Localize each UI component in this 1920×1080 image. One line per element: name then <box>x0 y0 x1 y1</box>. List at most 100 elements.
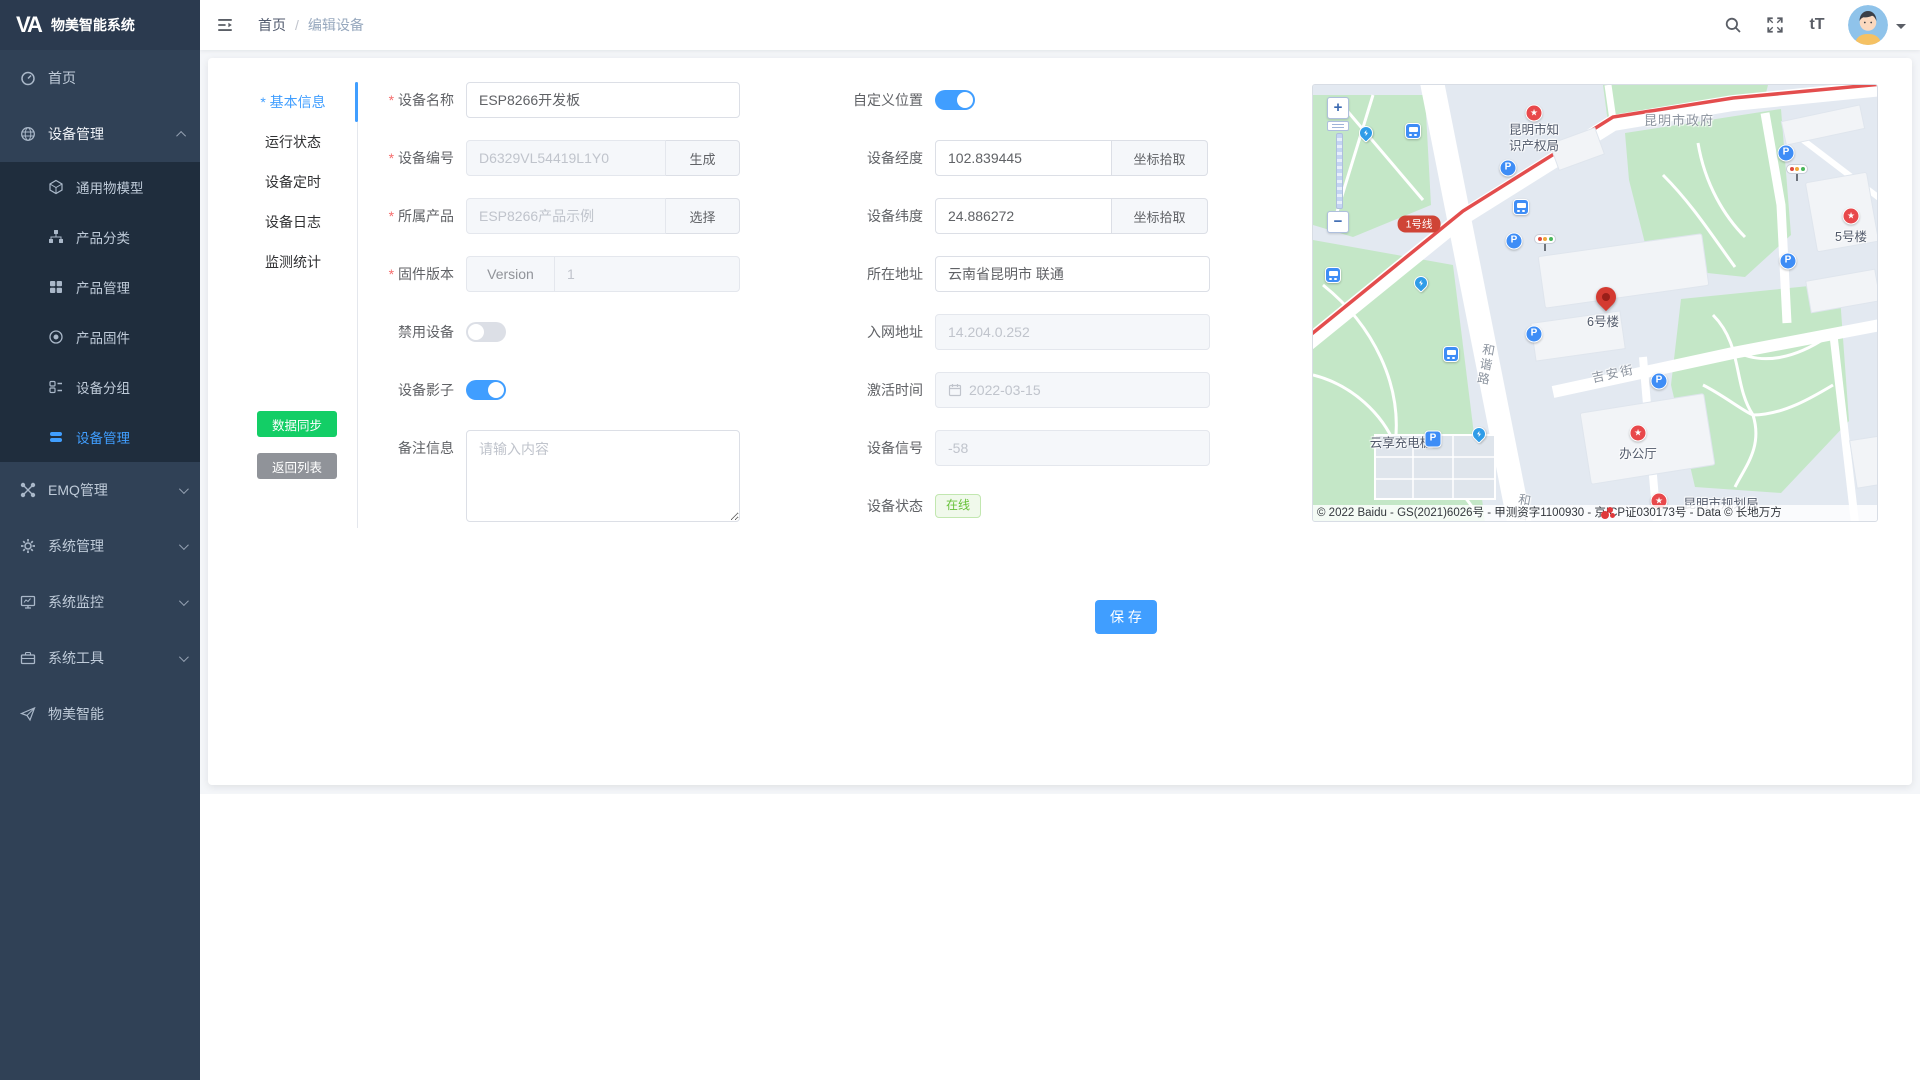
map-attribution: © 2022 Baidu - GS(2021)6026号 - 甲测资字11009… <box>1313 505 1877 521</box>
hub-icon <box>20 482 36 498</box>
device-edit-card: * 基本信息 运行状态 设备定时 设备日志 监测统计 数据同步 返回列表 设备名… <box>208 58 1912 785</box>
generate-button[interactable]: 生成 <box>666 140 740 176</box>
online-status-badge: 在线 <box>935 494 981 517</box>
sidebar-item-product-firmware[interactable]: 产品固件 <box>0 312 200 362</box>
latitude-label: 设备纬度 <box>768 198 923 234</box>
sidebar-item-thing-model[interactable]: 通用物模型 <box>0 162 200 212</box>
longitude-input[interactable] <box>935 140 1112 176</box>
address-input[interactable] <box>935 256 1210 292</box>
device-submenu: 通用物模型 产品分类 产品管理 产品固件 设备分组 <box>0 162 200 462</box>
device-no-input <box>466 140 666 176</box>
sidebar-item-system-management[interactable]: 系统管理 <box>0 518 200 574</box>
poi-label: 云享充电桩 <box>1370 432 1433 451</box>
map-zoom-in-button[interactable]: + <box>1327 97 1349 119</box>
device-shadow-label: 设备影子 <box>308 372 454 408</box>
map-zoom-control: + − <box>1327 97 1351 233</box>
address-row: 所在地址 <box>768 256 1210 292</box>
poi-label: 昆明市知识产权局 <box>1503 123 1565 154</box>
sidebar-item-device-group[interactable]: 设备分组 <box>0 362 200 412</box>
custom-location-row: 自定义位置 <box>768 82 975 118</box>
sidebar-item-label: 首页 <box>48 68 76 88</box>
traffic-light-icon <box>1786 164 1808 174</box>
active-time-input: 2022-03-15 <box>935 372 1210 408</box>
firmware-label: 固件版本 <box>308 256 454 292</box>
remark-textarea[interactable] <box>466 430 740 522</box>
custom-location-toggle[interactable] <box>935 90 975 110</box>
active-time-row: 激活时间 2022-03-15 <box>768 372 1210 408</box>
fullscreen-icon[interactable] <box>1758 5 1792 45</box>
avatar[interactable] <box>1848 5 1888 45</box>
map-zoom-out-button[interactable]: − <box>1327 211 1349 233</box>
longitude-label: 设备经度 <box>768 140 923 176</box>
sidebar-item-product-category[interactable]: 产品分类 <box>0 212 200 262</box>
baidu-logo <box>1601 507 1615 519</box>
app-title: 物美智能系统 <box>51 15 135 35</box>
sidebar-item-label: 产品固件 <box>76 327 130 347</box>
pick-latitude-button[interactable]: 坐标拾取 <box>1112 198 1208 234</box>
map-zoom-slider-handle[interactable] <box>1327 121 1349 131</box>
map-zoom-slider-track[interactable] <box>1336 133 1343 209</box>
device-no-row: 设备编号 生成 <box>308 140 740 176</box>
app-logo[interactable]: VA 物美智能系统 <box>0 0 200 50</box>
save-button[interactable]: 保 存 <box>1095 600 1157 634</box>
poi-star-icon <box>1843 208 1860 225</box>
active-time-value: 2022-03-15 <box>969 382 1041 398</box>
firmware-prefix: Version <box>466 256 554 292</box>
sidebar-item-label: 系统管理 <box>48 536 104 556</box>
address-label: 所在地址 <box>768 256 923 292</box>
circle-dot-icon <box>48 329 64 345</box>
area-label: 昆明市政府 <box>1644 110 1714 129</box>
monitor-icon <box>20 594 36 610</box>
chevron-down-icon <box>179 484 189 494</box>
sidebar-item-emq-management[interactable]: EMQ管理 <box>0 462 200 518</box>
group-list-icon <box>48 379 64 395</box>
network-ip-input <box>935 314 1210 350</box>
select-product-button[interactable]: 选择 <box>666 198 740 234</box>
bus-stop-icon <box>1325 267 1341 283</box>
sidebar-item-label: 设备管理 <box>48 124 104 144</box>
metro-line-badge: 1号线 <box>1398 216 1441 233</box>
sidebar-item-system-tools[interactable]: 系统工具 <box>0 630 200 686</box>
sidebar-item-product-management[interactable]: 产品管理 <box>0 262 200 312</box>
sidebar: VA 物美智能系统 首页 设备管理 通用物模型 产品分类 <box>0 0 200 1080</box>
avatar-dropdown-caret-icon[interactable] <box>1896 24 1906 34</box>
breadcrumb-current: 编辑设备 <box>308 15 364 35</box>
latitude-input[interactable] <box>935 198 1112 234</box>
breadcrumb-separator: / <box>295 17 299 33</box>
sidebar-item-home[interactable]: 首页 <box>0 50 200 106</box>
network-ip-label: 入网地址 <box>768 314 923 350</box>
sidebar-item-wumei-smart[interactable]: 物美智能 <box>0 686 200 742</box>
disable-device-label: 禁用设备 <box>308 314 454 350</box>
search-icon[interactable] <box>1716 5 1750 45</box>
signal-label: 设备信号 <box>768 430 923 466</box>
device-name-input[interactable] <box>466 82 740 118</box>
dashboard-icon <box>20 70 36 86</box>
bus-stop-icon <box>1443 346 1459 362</box>
grid-icon <box>48 279 64 295</box>
font-size-icon[interactable]: tT <box>1800 5 1834 45</box>
sidebar-collapse-icon[interactable] <box>200 0 250 50</box>
baidu-map[interactable]: + − 昆明市知识产权局 5号楼 办公厅 <box>1312 84 1878 522</box>
globe-icon <box>20 126 36 142</box>
sidebar-item-label: EMQ管理 <box>48 480 108 500</box>
sidebar-item-system-monitor[interactable]: 系统监控 <box>0 574 200 630</box>
breadcrumb-home[interactable]: 首页 <box>258 15 286 35</box>
bus-stop-icon <box>1405 123 1421 139</box>
firmware-version-value: 1 <box>554 256 740 292</box>
gear-icon <box>20 538 36 554</box>
device-shadow-toggle[interactable] <box>466 380 506 400</box>
poi-label: 6号楼 <box>1587 311 1619 330</box>
calendar-icon <box>948 383 962 397</box>
sidebar-item-device-management[interactable]: 设备管理 <box>0 106 200 162</box>
sidebar-item-device-management-sub[interactable]: 设备管理 <box>0 412 200 462</box>
longitude-row: 设备经度 坐标拾取 <box>768 140 1208 176</box>
status-label: 设备状态 <box>768 488 923 524</box>
disable-device-toggle[interactable] <box>466 322 506 342</box>
device-shadow-row: 设备影子 <box>308 372 506 408</box>
sidebar-item-label: 通用物模型 <box>76 177 144 197</box>
pick-longitude-button[interactable]: 坐标拾取 <box>1112 140 1208 176</box>
main-content-area: * 基本信息 运行状态 设备定时 设备日志 监测统计 数据同步 返回列表 设备名… <box>200 50 1920 794</box>
chevron-down-icon <box>179 540 189 550</box>
cube-icon <box>48 179 64 195</box>
traffic-light-icon <box>1534 234 1556 244</box>
